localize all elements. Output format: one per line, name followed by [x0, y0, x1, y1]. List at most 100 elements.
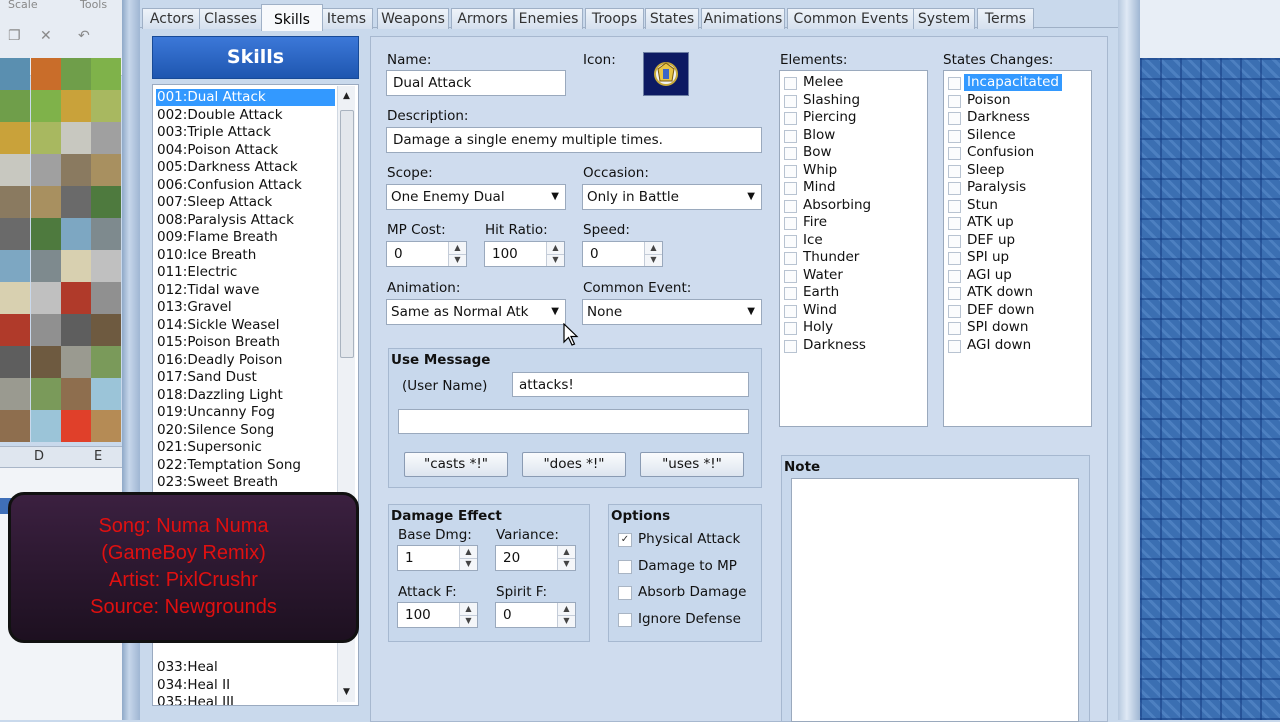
tile-swatch[interactable]	[61, 58, 91, 90]
checkbox[interactable]	[784, 269, 797, 283]
states-changes-list[interactable]: Incapacitated Poison Darkness Silence Confus…	[943, 70, 1092, 427]
skills-list-item[interactable]: 013:Gravel	[156, 299, 335, 316]
menu-scale[interactable]: Scale	[8, 0, 38, 11]
stepper-down-icon[interactable]: ▼	[558, 558, 575, 570]
tile-swatch[interactable]	[91, 410, 121, 442]
does-button[interactable]: "does *!"	[522, 452, 626, 477]
tab-states[interactable]: States	[645, 8, 699, 29]
tile-swatch[interactable]	[31, 378, 61, 410]
checkbox[interactable]	[948, 217, 961, 231]
variance-stepper[interactable]: 20 ▲ ▼	[495, 545, 576, 571]
skills-list-item[interactable]: 017:Sand Dust	[156, 369, 335, 386]
tile-swatch[interactable]	[91, 250, 121, 282]
tile-swatch[interactable]	[91, 282, 121, 314]
tab-items[interactable]: Items	[320, 8, 373, 29]
base-dmg-stepper[interactable]: 1 ▲ ▼	[397, 545, 478, 571]
tile-swatch[interactable]	[0, 410, 30, 442]
spirit-f-stepper[interactable]: 0 ▲ ▼	[495, 602, 576, 628]
tile-swatch[interactable]	[61, 410, 91, 442]
tile-swatch[interactable]	[0, 378, 30, 410]
skills-list-item[interactable]: 005:Darkness Attack	[156, 159, 335, 176]
stepper-down-icon[interactable]: ▼	[558, 615, 575, 627]
map-water-tiles[interactable]	[1140, 58, 1280, 720]
checkbox[interactable]	[948, 287, 961, 301]
checkbox[interactable]	[784, 164, 797, 178]
tile-swatch[interactable]	[91, 186, 121, 218]
tab-classes[interactable]: Classes	[199, 8, 262, 29]
checkbox[interactable]	[948, 252, 961, 266]
skills-list-item[interactable]: 004:Poison Attack	[156, 142, 335, 159]
message-line1-field[interactable]: attacks!	[512, 372, 749, 397]
skills-list-item[interactable]: 033:Heal	[156, 659, 335, 676]
delete-icon[interactable]: ✕	[40, 28, 56, 44]
stepper-down-icon[interactable]: ▼	[645, 254, 662, 266]
checkbox[interactable]	[618, 559, 632, 574]
checkbox[interactable]	[948, 164, 961, 178]
checkbox[interactable]	[784, 112, 797, 126]
tile-swatch[interactable]	[61, 346, 91, 378]
tile-swatch[interactable]	[0, 250, 30, 282]
checkbox[interactable]	[948, 129, 961, 143]
tab-terms[interactable]: Terms	[977, 8, 1034, 29]
tile-swatch[interactable]	[91, 90, 121, 122]
tile-swatch[interactable]	[0, 218, 30, 250]
tile-swatch[interactable]	[61, 90, 91, 122]
tile-swatch[interactable]	[0, 154, 30, 186]
skills-list-item[interactable]: 021:Supersonic	[156, 439, 335, 456]
skills-list-item[interactable]: 016:Deadly Poison	[156, 352, 335, 369]
checkbox[interactable]	[784, 129, 797, 143]
checkbox[interactable]	[948, 147, 961, 161]
hit-ratio-stepper[interactable]: 100 ▲ ▼	[484, 241, 565, 267]
skills-list-item[interactable]: 019:Uncanny Fog	[156, 404, 335, 421]
skills-list-item[interactable]: 012:Tidal wave	[156, 282, 335, 299]
skills-list-item[interactable]: 015:Poison Breath	[156, 334, 335, 351]
tab-armors[interactable]: Armors	[451, 8, 514, 29]
tab-animations[interactable]: Animations	[701, 8, 785, 29]
stepper-down-icon[interactable]: ▼	[460, 615, 477, 627]
checkbox[interactable]	[784, 304, 797, 318]
option-physical-attack[interactable]: ✓ Physical Attack	[618, 531, 758, 549]
checkbox[interactable]	[948, 182, 961, 196]
menu-tools[interactable]: Tools	[80, 0, 107, 11]
tile-swatch[interactable]	[31, 90, 61, 122]
stepper-down-icon[interactable]: ▼	[449, 254, 466, 266]
skills-list-item[interactable]: 001:Dual Attack	[156, 89, 335, 106]
tile-swatch[interactable]	[0, 122, 30, 154]
tileset-palette[interactable]	[0, 58, 122, 442]
tile-swatch[interactable]	[31, 122, 61, 154]
tile-swatch[interactable]	[91, 314, 121, 346]
tab-actors[interactable]: Actors	[142, 8, 202, 29]
tile-swatch[interactable]	[0, 90, 30, 122]
skills-list-item[interactable]: 003:Triple Attack	[156, 124, 335, 141]
option-absorb-damage[interactable]: Absorb Damage	[618, 584, 758, 602]
checkbox[interactable]	[784, 252, 797, 266]
checkbox[interactable]	[784, 217, 797, 231]
tile-swatch[interactable]	[31, 250, 61, 282]
casts-button[interactable]: "casts *!"	[404, 452, 508, 477]
tile-swatch[interactable]	[91, 122, 121, 154]
skills-list-item[interactable]: 018:Dazzling Light	[156, 387, 335, 404]
checkbox[interactable]	[948, 199, 961, 213]
scroll-thumb[interactable]	[340, 110, 354, 358]
uses-button[interactable]: "uses *!"	[640, 452, 744, 477]
checkbox[interactable]	[784, 287, 797, 301]
checkbox[interactable]	[618, 613, 632, 628]
tab-troops[interactable]: Troops	[585, 8, 644, 29]
message-line2-field[interactable]	[398, 409, 749, 434]
mp-cost-stepper[interactable]: 0 ▲ ▼	[386, 241, 467, 267]
tab-common-events[interactable]: Common Events	[787, 8, 915, 29]
elements-list[interactable]: Melee Slashing Piercing Blow Bow Whip Mind Abso…	[779, 70, 928, 427]
tile-swatch[interactable]	[31, 154, 61, 186]
tile-swatch[interactable]	[31, 186, 61, 218]
occasion-select[interactable]: Only in Battle ▼	[582, 184, 762, 210]
tile-swatch[interactable]	[61, 154, 91, 186]
tile-swatch[interactable]	[0, 58, 30, 90]
scroll-down-icon[interactable]: ▼	[338, 684, 355, 700]
checkbox[interactable]	[784, 182, 797, 196]
skills-list-item[interactable]: 010:Ice Breath	[156, 247, 335, 264]
skills-list-item[interactable]: 009:Flame Breath	[156, 229, 335, 246]
tile-swatch[interactable]	[61, 282, 91, 314]
option-ignore-defense[interactable]: Ignore Defense	[618, 611, 758, 629]
checkbox[interactable]	[948, 304, 961, 318]
skills-list-item[interactable]: 002:Double Attack	[156, 107, 335, 124]
